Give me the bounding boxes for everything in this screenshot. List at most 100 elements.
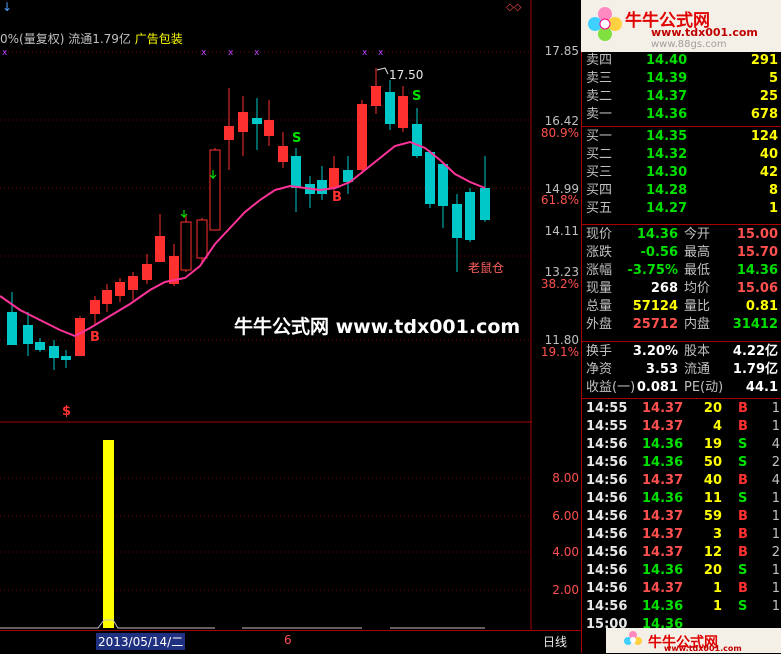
bid-volume: 1 bbox=[768, 201, 778, 216]
tick-time: 14:56 bbox=[586, 437, 628, 452]
cursor-date: 2013/05/14/二 bbox=[96, 633, 186, 650]
diamond-icon[interactable]: ◇◇ bbox=[506, 2, 521, 13]
mouse-warehouse-label: 老鼠仓 bbox=[468, 261, 505, 275]
tick-price: 14.36 bbox=[642, 437, 684, 452]
svg-text:x: x bbox=[228, 48, 234, 58]
volume-axis-label: 6.00 bbox=[552, 509, 579, 523]
logo-banner[interactable]: 牛牛公式网 www.tdx001.com www.88gs.com bbox=[581, 0, 781, 52]
tick-volume: 20 bbox=[703, 401, 722, 416]
tick-side: B bbox=[738, 527, 748, 542]
candle-body bbox=[49, 346, 59, 358]
tick-count: 4 bbox=[771, 473, 780, 488]
tick-price: 14.37 bbox=[642, 473, 684, 488]
bid-row: 买一 14.35 124 bbox=[582, 128, 781, 146]
tick-row: 14:56 14.37 3 B 1 bbox=[582, 526, 781, 544]
logo-banner-bottom[interactable]: 牛牛公式网 www.tdx001.com bbox=[606, 628, 781, 653]
quote-label: 现价 bbox=[586, 227, 613, 242]
quote-value: 14.36 bbox=[736, 263, 778, 278]
price-axis-label: 80.9% bbox=[540, 126, 579, 140]
fundamental-label: 股本 bbox=[684, 344, 711, 359]
fundamental-label: 流通 bbox=[684, 362, 711, 377]
tick-count: 2 bbox=[771, 545, 780, 560]
quote-value: 268 bbox=[650, 281, 678, 296]
tick-side: B bbox=[738, 581, 748, 596]
tick-volume: 4 bbox=[712, 419, 722, 434]
tick-side: B bbox=[738, 509, 748, 524]
bid-label: 买三 bbox=[586, 165, 613, 180]
fundamental-value: 0.081 bbox=[636, 380, 678, 395]
volume-bar bbox=[103, 440, 114, 628]
fundamental-label: PE(动) bbox=[684, 380, 724, 395]
candle-body bbox=[23, 325, 33, 344]
candle-body bbox=[438, 164, 448, 206]
quote-value: 57124 bbox=[632, 299, 678, 314]
quote-row: 总量 57124 量比 0.81 bbox=[582, 298, 781, 316]
bid-price: 14.30 bbox=[646, 165, 688, 180]
candle-body bbox=[209, 149, 221, 231]
bid-label: 买二 bbox=[586, 147, 613, 162]
tick-row: 14:56 14.36 19 S 4 bbox=[582, 436, 781, 454]
fundamental-value: 44.1 bbox=[745, 380, 778, 395]
tick-count: 1 bbox=[771, 563, 780, 578]
tick-count: 1 bbox=[771, 599, 780, 614]
candle-body bbox=[412, 124, 422, 156]
quote-label: 量比 bbox=[684, 299, 711, 314]
ask-price: 14.37 bbox=[646, 89, 688, 104]
fundamental-row: 净资 3.53 流通 1.79亿 bbox=[582, 361, 781, 379]
candle-body bbox=[128, 276, 138, 290]
tick-price: 14.37 bbox=[642, 419, 684, 434]
quote-value: 31412 bbox=[732, 317, 778, 332]
candle-body bbox=[180, 221, 192, 271]
bid-row: 买二 14.32 40 bbox=[582, 146, 781, 164]
divider bbox=[582, 126, 781, 127]
bid-row: 买三 14.30 42 bbox=[582, 164, 781, 182]
ask-row: 卖一 14.36 678 bbox=[582, 106, 781, 124]
candle-body bbox=[480, 188, 490, 220]
quote-label: 涨幅 bbox=[586, 263, 613, 278]
quote-label: 总量 bbox=[586, 299, 613, 314]
moving-average-line bbox=[0, 140, 486, 338]
candle-body bbox=[102, 290, 112, 304]
ask-volume: 5 bbox=[768, 71, 778, 86]
flower-logo-icon bbox=[624, 631, 642, 649]
tick-count: 1 bbox=[771, 509, 780, 524]
tick-side: B bbox=[738, 473, 748, 488]
period-button[interactable]: 日线 bbox=[543, 633, 567, 650]
bid-price: 14.32 bbox=[646, 147, 688, 162]
candle-body bbox=[278, 146, 288, 162]
bid-volume: 42 bbox=[759, 165, 778, 180]
tick-count: 1 bbox=[771, 419, 780, 434]
ask-volume: 25 bbox=[759, 89, 778, 104]
candle-body bbox=[357, 104, 367, 170]
tick-price: 14.37 bbox=[642, 581, 684, 596]
tick-volume: 20 bbox=[703, 563, 722, 578]
quote-value: -0.56 bbox=[640, 245, 678, 260]
tick-time: 14:56 bbox=[586, 509, 628, 524]
sell-signal: S bbox=[412, 89, 422, 104]
tick-time: 14:56 bbox=[586, 527, 628, 542]
tick-side: S bbox=[738, 491, 748, 506]
svg-text:x: x bbox=[378, 48, 384, 58]
tick-price: 14.36 bbox=[642, 563, 684, 578]
quote-label: 最高 bbox=[684, 245, 711, 260]
fundamental-value: 3.20% bbox=[632, 344, 678, 359]
ad-label[interactable]: 广告包装 bbox=[135, 32, 183, 46]
fundamental-value: 1.79亿 bbox=[732, 362, 778, 377]
quote-value: 0.81 bbox=[745, 299, 778, 314]
tick-volume: 11 bbox=[703, 491, 722, 506]
logo-url: www.tdx001.com bbox=[651, 26, 758, 39]
tick-row: 14:55 14.37 4 B 1 bbox=[582, 418, 781, 436]
watermark: 牛牛公式网 www.tdx001.com bbox=[234, 316, 521, 338]
divider bbox=[582, 398, 781, 399]
tick-price: 14.36 bbox=[642, 599, 684, 614]
tick-volume: 50 bbox=[703, 455, 722, 470]
ask-label: 卖一 bbox=[586, 107, 613, 122]
volume-axis-label: 4.00 bbox=[552, 545, 579, 559]
tick-side: B bbox=[738, 401, 748, 416]
ask-price: 14.36 bbox=[646, 107, 688, 122]
tick-side: B bbox=[738, 419, 748, 434]
logo-url: www.tdx001.com bbox=[664, 644, 742, 653]
buy-signal: B bbox=[332, 190, 342, 205]
quote-label: 涨跌 bbox=[586, 245, 613, 260]
candle-body bbox=[142, 264, 152, 280]
